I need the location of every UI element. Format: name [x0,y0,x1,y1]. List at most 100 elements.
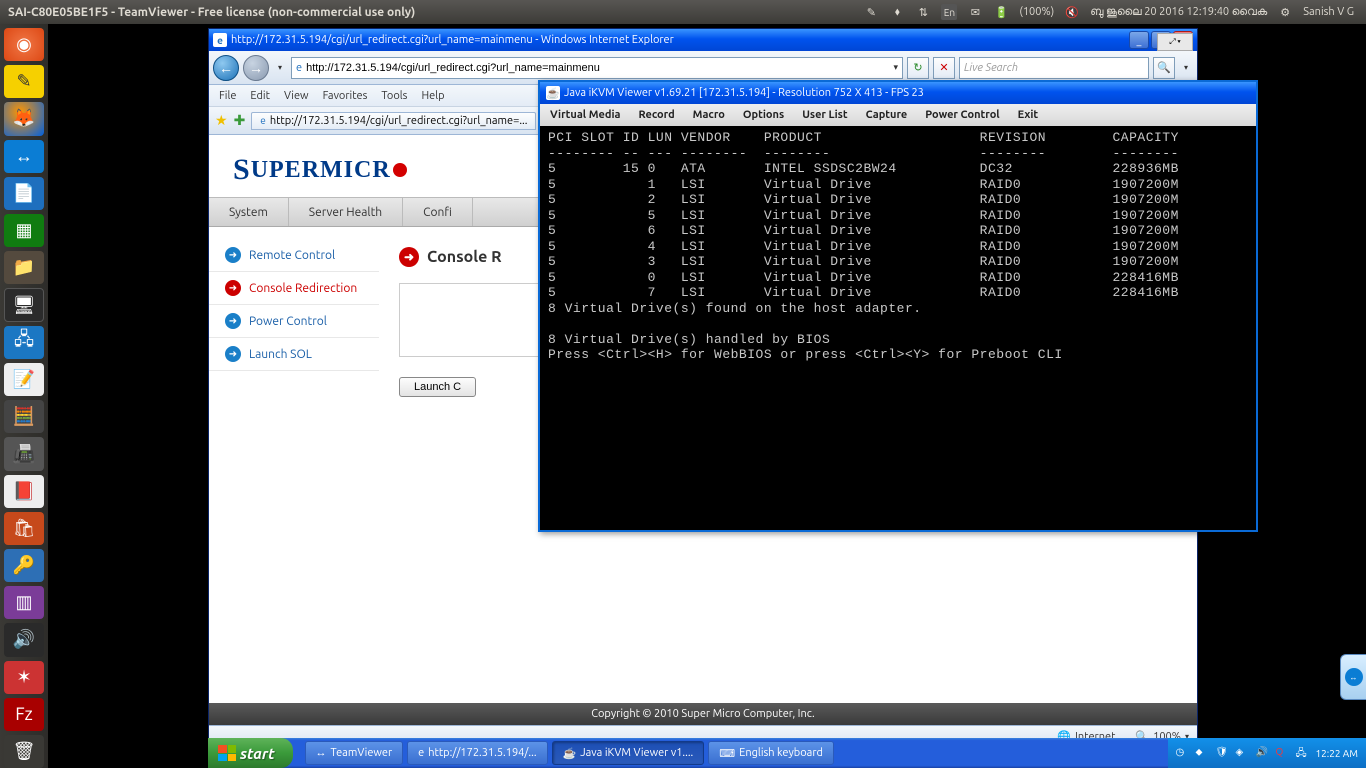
search-button[interactable]: 🔍 [1153,57,1175,79]
resize-handle[interactable]: ⤢ ▾ [1157,33,1193,51]
taskbar-teamviewer[interactable]: ↔TeamViewer [305,741,404,765]
add-favorite-icon[interactable]: ✚ [234,112,246,129]
menu-power-control[interactable]: Power Control [925,109,999,121]
nav-configuration[interactable]: Confi [403,198,473,226]
menu-edit[interactable]: Edit [250,90,270,102]
network-icon[interactable]: ⇅ [915,4,931,20]
filezilla-icon[interactable]: Fz [4,698,44,731]
kvm-titlebar[interactable]: ☕ Java iKVM Viewer v1.69.21 [172.31.5.19… [540,82,1256,104]
nav-history-dropdown[interactable]: ▾ [273,63,287,72]
dash-home-icon[interactable]: ◉ [4,28,44,61]
edit-icon[interactable]: ✎ [863,4,879,20]
arrow-icon: ➜ [225,313,241,329]
trash-icon[interactable]: 🗑 [4,735,44,768]
ie-titlebar[interactable]: e http://172.31.5.194/cgi/url_redirect.c… [209,29,1197,51]
back-button[interactable]: ← [213,55,239,81]
gear-icon[interactable]: ⚙ [1277,4,1293,20]
tray-icon[interactable]: 🔊 [1256,746,1270,760]
calculator-icon[interactable]: 🧮 [4,400,44,433]
text-editor-icon[interactable]: ✎ [4,65,44,98]
sidebar-power-control[interactable]: ➜Power Control [209,305,379,338]
teamviewer-icon[interactable]: ↔ [4,140,44,173]
notes-icon[interactable]: 📝 [4,363,44,396]
ie-favicon-icon: e [213,33,227,47]
sidebar-remote-control[interactable]: ➜Remote Control [209,239,379,272]
stop-button[interactable]: ✕ [933,57,955,79]
refresh-button[interactable]: ↻ [907,57,929,79]
start-button[interactable]: start [208,738,293,768]
menu-options[interactable]: Options [743,109,784,121]
nav-server-health[interactable]: Server Health [289,198,403,226]
calc-icon[interactable]: ▦ [4,214,44,247]
ie-title-text: http://172.31.5.194/cgi/url_redirect.cgi… [231,34,1129,46]
menu-macro[interactable]: Macro [693,109,725,121]
workspace: ⤢ ▾ e http://172.31.5.194/cgi/url_redire… [48,24,1366,768]
menu-help[interactable]: Help [421,90,444,102]
menu-view[interactable]: View [284,90,309,102]
sidebar-launch-sol[interactable]: ➜Launch SOL [209,338,379,371]
ie-icon: e [418,747,424,759]
menu-user-list[interactable]: User List [802,109,847,121]
tray-icon[interactable]: ⬥ [1196,746,1210,760]
tray-network-icon[interactable]: 🖧 [1296,746,1310,760]
software-center-icon[interactable]: 🛍 [4,512,44,545]
taskbar-keyboard[interactable]: ⌨English keyboard [708,741,834,765]
search-dropdown[interactable]: ▾ [1179,63,1193,72]
nav-system[interactable]: System [209,198,289,226]
rdp-icon[interactable]: 🖧 [4,326,44,359]
reader-icon[interactable]: 📕 [4,475,44,508]
unity-launcher: ◉ ✎ 🦊 ↔ 📄 ▦ 📁 🖥 🖧 📝 🧮 📠 📕 🛍 🔑 ▥ 🔊 ✶ Fz 🗑 [0,24,48,768]
teamviewer-side-tab[interactable]: ↔ [1340,654,1366,700]
browser-tab[interactable]: e http://172.31.5.194/cgi/url_redirect.c… [251,112,536,130]
sidebar-console-redirection[interactable]: ➜Console Redirection [209,272,379,305]
search-input[interactable]: Live Search [959,57,1149,79]
tray-icon[interactable]: Q [1276,746,1290,760]
minimize-button[interactable]: _ [1129,31,1149,49]
kvm-console[interactable]: PCI SLOT ID LUN VENDOR PRODUCT REVISION … [542,126,1254,528]
password-icon[interactable]: 🔑 [4,549,44,582]
java-icon: ☕ [563,747,577,760]
favorites-icon[interactable]: ★ [215,112,228,129]
tray-icon[interactable]: ◷ [1176,746,1190,760]
xp-system-tray[interactable]: ◷ ⬥ 🛡 ◈ 🔊 Q 🖧 12:22 AM [1168,738,1366,768]
volume-icon[interactable]: 🔇 [1064,4,1080,20]
menu-record[interactable]: Record [638,109,674,121]
ie-favicon-icon: e [296,62,302,74]
mail-icon[interactable]: ✉ [967,4,983,20]
menu-tools[interactable]: Tools [381,90,407,102]
address-bar[interactable]: e ▾ [291,57,903,79]
arrow-icon: ➜ [225,247,241,263]
writer-icon[interactable]: 📄 [4,177,44,210]
menu-capture[interactable]: Capture [866,109,908,121]
forward-button[interactable]: → [243,55,269,81]
terminal-icon[interactable]: 🖥 [4,288,44,322]
date-time[interactable]: ബു ജൂലൈ 20 2016 12:19:40 വൈക [1090,6,1267,19]
keyboard-lang-indicator[interactable]: En [941,4,957,20]
addr-dropdown-icon[interactable]: ▾ [893,62,898,73]
menu-file[interactable]: File [219,90,236,102]
vm-icon[interactable]: ▥ [4,586,44,619]
tray-icon[interactable]: ◈ [1236,746,1250,760]
url-input[interactable] [306,62,889,74]
menu-favorites[interactable]: Favorites [323,90,368,102]
teamviewer-icon: ↔ [316,747,327,759]
dropbox-icon[interactable]: ⬧ [889,4,905,20]
files-icon[interactable]: 📁 [4,251,44,284]
evolution-icon[interactable]: ✶ [4,661,44,694]
tab-label: http://172.31.5.194/cgi/url_redirect.cgi… [270,115,528,127]
kvm-title-text: Java iKVM Viewer v1.69.21 [172.31.5.194]… [564,87,924,99]
battery-icon[interactable]: 🔋 [993,4,1009,20]
tray-shield-icon[interactable]: 🛡 [1216,746,1230,760]
taskbar-ie[interactable]: ehttp://172.31.5.194/... [407,741,547,765]
scanner-icon[interactable]: 📠 [4,437,44,470]
menu-virtual-media[interactable]: Virtual Media [550,109,620,121]
sound-icon[interactable]: 🔊 [4,623,44,656]
taskbar-kvm[interactable]: ☕Java iKVM Viewer v1.... [552,741,705,765]
firefox-icon[interactable]: 🦊 [4,102,44,135]
page-title-icon: ➜ [399,247,419,267]
launch-console-button[interactable]: Launch C [399,377,476,397]
menu-exit[interactable]: Exit [1018,109,1039,121]
xp-clock[interactable]: 12:22 AM [1316,748,1359,759]
user-name[interactable]: Sanish V G [1303,6,1354,18]
arrow-icon: ➜ [225,346,241,362]
